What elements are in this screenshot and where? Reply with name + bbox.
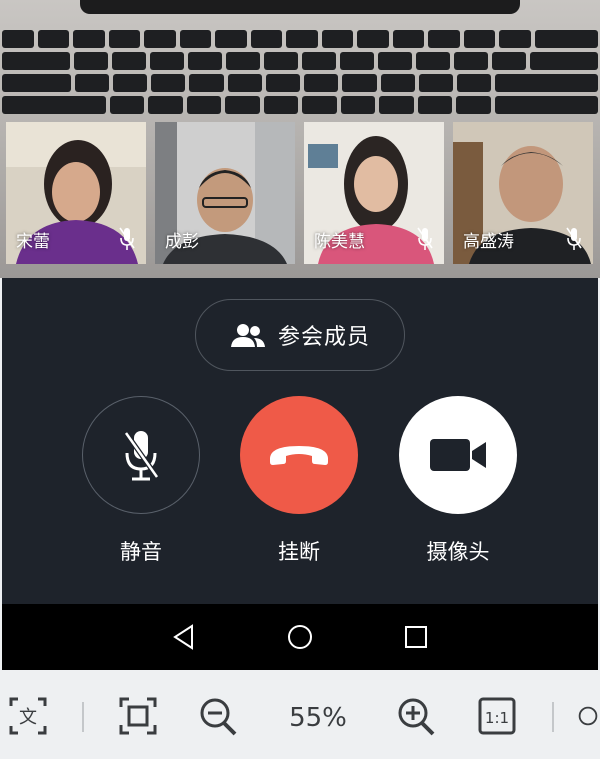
android-nav-bar [2, 604, 598, 670]
actual-size-icon: 1:1 [478, 697, 516, 735]
camera-button[interactable] [399, 396, 517, 514]
zoom-in-icon [398, 698, 435, 736]
keyboard-image [2, 30, 599, 118]
ocr-tool[interactable]: 文 [8, 696, 48, 736]
zoom-level: 55% [289, 703, 347, 733]
screenshot-view: 宋蕾 成彭 陈美慧 高盛涛 参会成员 静音 挂断 摄像头 [0, 0, 600, 670]
mic-muted-icon [119, 227, 135, 250]
participant-grid: 宋蕾 成彭 陈美慧 高盛涛 [0, 122, 600, 264]
actual-size-tool[interactable]: 1:1 [477, 696, 517, 736]
mic-off-icon [123, 431, 160, 481]
hangup-label: 挂断 [278, 540, 320, 564]
mic-muted-icon [566, 227, 582, 250]
phone-hangup-icon [270, 446, 328, 465]
call-controls-panel: 参会成员 静音 挂断 摄像头 [2, 278, 598, 604]
image-viewer-toolbar: 文 55% 1:1 [0, 670, 600, 759]
participant-tile[interactable]: 陈美慧 [304, 122, 444, 264]
svg-text:文: 文 [19, 707, 37, 728]
mute-button[interactable] [82, 396, 200, 514]
mute-label: 静音 [120, 540, 162, 564]
recents-icon[interactable] [402, 623, 430, 651]
people-icon [230, 324, 265, 347]
hangup-control: 挂断 [239, 396, 359, 566]
hangup-button[interactable] [240, 396, 358, 514]
participant-tile[interactable]: 成彭 [155, 122, 295, 264]
members-button[interactable]: 参会成员 [195, 299, 405, 371]
mic-muted-icon [417, 227, 433, 250]
fit-screen-icon [119, 697, 157, 735]
rotate-icon [578, 706, 598, 726]
text-recognition-icon: 文 [9, 697, 47, 735]
zoom-out-tool[interactable] [198, 696, 238, 736]
participant-name: 成彭 [165, 232, 199, 252]
zoom-out-icon [200, 698, 237, 736]
participant-tile[interactable]: 高盛涛 [453, 122, 593, 264]
video-camera-icon [430, 439, 486, 471]
fit-screen-tool[interactable] [118, 696, 158, 736]
participant-tile[interactable]: 宋蕾 [6, 122, 146, 264]
camera-label: 摄像头 [426, 540, 490, 564]
mute-control: 静音 [81, 396, 201, 566]
camera-control: 摄像头 [398, 396, 518, 566]
home-icon[interactable] [286, 623, 314, 651]
rotate-tool[interactable] [576, 696, 600, 736]
toolbar-divider [82, 702, 84, 732]
laptop-bezel [80, 0, 520, 14]
participant-name: 陈美慧 [314, 232, 365, 252]
toolbar-divider [552, 702, 554, 732]
back-icon[interactable] [170, 623, 198, 651]
participant-name: 高盛涛 [463, 232, 514, 252]
members-label: 参会成员 [277, 325, 370, 350]
participant-name: 宋蕾 [16, 232, 50, 252]
svg-text:1:1: 1:1 [485, 709, 509, 727]
zoom-in-tool[interactable] [396, 696, 436, 736]
